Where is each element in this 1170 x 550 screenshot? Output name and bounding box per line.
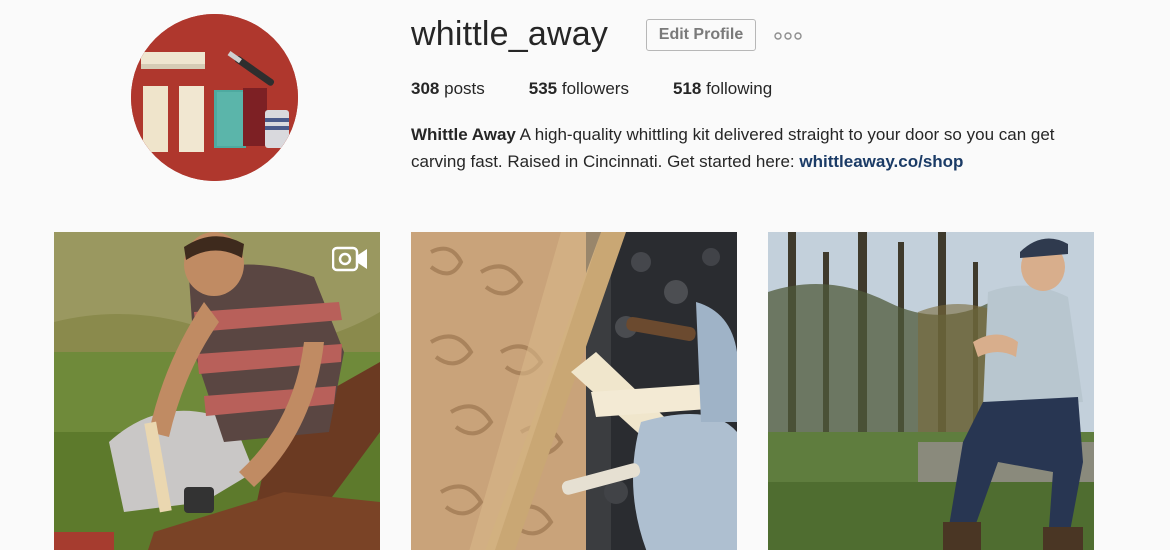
profile-bio: Whittle Away A high-quality whittling ki… bbox=[411, 121, 1111, 175]
followers-label: followers bbox=[561, 79, 629, 98]
following-count: 518 bbox=[672, 79, 702, 98]
post-thumbnail[interactable] bbox=[54, 232, 380, 550]
bio-link[interactable]: whittleaway.co/shop bbox=[799, 152, 963, 171]
followers-stat[interactable]: 535 followers bbox=[529, 78, 629, 100]
more-options-icon[interactable] bbox=[774, 31, 802, 41]
posts-count: 308 bbox=[411, 79, 440, 98]
following-stat[interactable]: 518 following bbox=[673, 78, 772, 100]
followers-count: 535 bbox=[528, 79, 558, 98]
bio-name: Whittle Away bbox=[411, 125, 516, 144]
video-camera-icon bbox=[332, 246, 367, 272]
posts-stat: 308 posts bbox=[411, 78, 485, 100]
profile-page: whittle_away Edit Profile 308 posts 535 … bbox=[0, 0, 1170, 550]
profile-username: whittle_away bbox=[411, 15, 609, 53]
profile-avatar[interactable] bbox=[131, 14, 298, 181]
following-label: following bbox=[706, 79, 773, 98]
posts-label: posts bbox=[444, 79, 485, 98]
edit-profile-button[interactable]: Edit Profile bbox=[646, 19, 756, 51]
profile-stats: 308 posts 535 followers 518 following bbox=[411, 78, 816, 100]
post-thumbnail[interactable] bbox=[768, 232, 1094, 550]
post-thumbnail[interactable] bbox=[411, 232, 737, 550]
